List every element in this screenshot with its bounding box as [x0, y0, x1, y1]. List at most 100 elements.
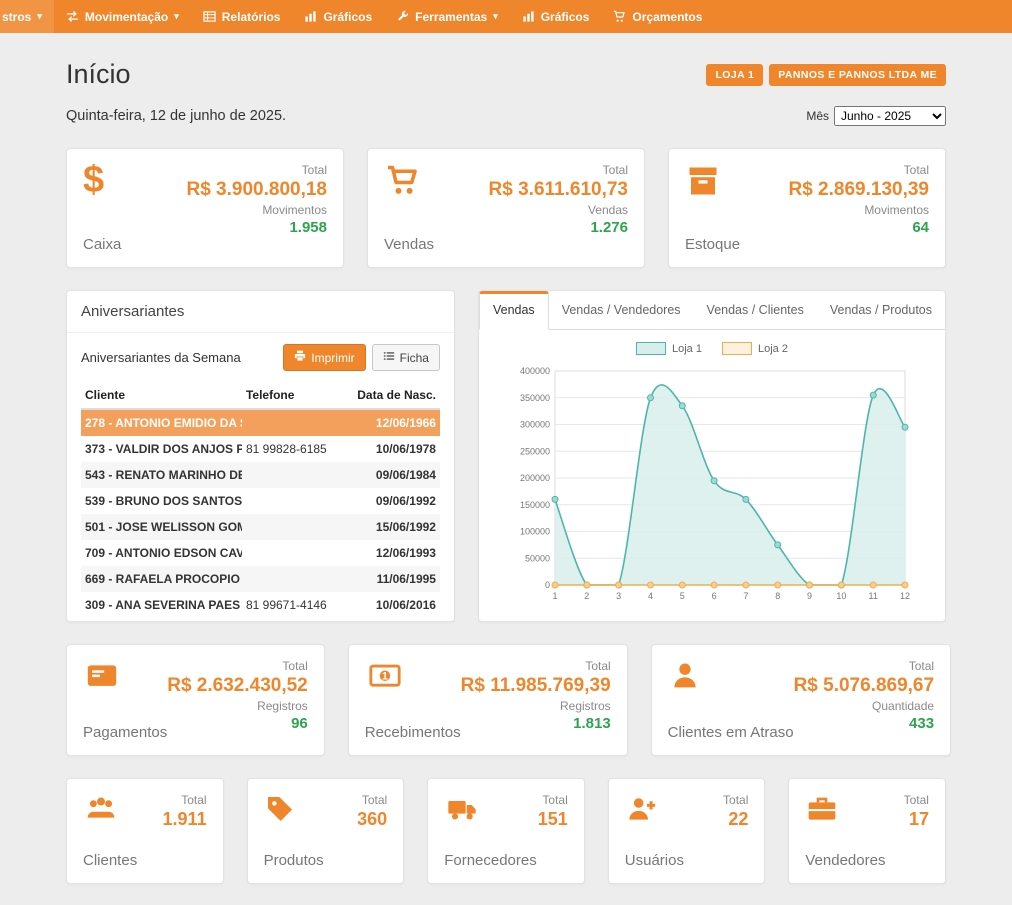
svg-text:50000: 50000 — [525, 553, 550, 563]
nav-item-label: Orçamentos — [632, 10, 702, 24]
svg-text:100000: 100000 — [520, 527, 550, 537]
card-estoque: Estoque Total R$ 2.869.130,39 Movimentos… — [668, 148, 946, 268]
table-row[interactable]: 373 - VALDIR DOS ANJOS PEREIRA (AN… 81 9… — [81, 436, 440, 462]
count-value: 1.911 — [163, 809, 207, 830]
table-row[interactable]: 501 - JOSE WELISSON GOMES OLIVEIR… 15/06… — [81, 514, 440, 540]
cell-data-nasc: 10/06/2016 — [348, 592, 440, 618]
card-fornecedores: Fornecedores Total 151 — [427, 778, 585, 884]
svg-text:150000: 150000 — [520, 500, 550, 510]
card-produtos: Produtos Total 360 — [247, 778, 405, 884]
cell-data-nasc: 09/06/1984 — [348, 462, 440, 488]
ficha-button[interactable]: Ficha — [372, 344, 440, 371]
cell-telefone: 81 99671-4146 — [242, 592, 348, 618]
total-value: R$ 2.632.430,52 — [167, 675, 308, 697]
table-row[interactable]: 709 - ANTONIO EDSON CAVALCANTE D… 12/06/… — [81, 540, 440, 566]
svg-text:3: 3 — [616, 591, 621, 601]
card-label: Fornecedores — [444, 852, 537, 869]
birthdays-title: Aniversariantes — [67, 291, 454, 333]
legend-label: Loja 2 — [758, 343, 788, 355]
card-label: Vendedores — [805, 852, 885, 869]
sub-label: Movimentos — [262, 203, 327, 217]
legend-label: Loja 1 — [672, 343, 702, 355]
card-label: Recebimentos — [365, 724, 461, 741]
nav-item-relatorios[interactable]: Relatórios — [191, 0, 293, 33]
table-row[interactable]: 539 - BRUNO DOS SANTOS GOMES 09/06/1992 — [81, 488, 440, 514]
chart-legend: Loja 1 Loja 2 — [479, 342, 945, 355]
table-row[interactable]: 278 - ANTONIO EMIDIO DA SILVA (PALE… 12/… — [81, 409, 440, 436]
credit-card-icon — [83, 659, 167, 698]
count-value: 22 — [728, 809, 748, 830]
birthdays-subtitle: Aniversariantes da Semana — [81, 350, 241, 365]
total-value: R$ 2.869.130,39 — [788, 179, 929, 201]
table-row[interactable]: 669 - RAFAELA PROCOPIO DA SILVA CA… 11/0… — [81, 566, 440, 592]
nav-item-orcamentos[interactable]: Orçamentos — [601, 0, 714, 33]
card-label: Usuários — [625, 852, 684, 869]
svg-text:11: 11 — [868, 591, 877, 601]
nav-item-label: Gráficos — [323, 10, 372, 24]
birthdays-table: Cliente Telefone Data de Nasc. 278 - ANT… — [81, 382, 440, 618]
card-label: Produtos — [264, 852, 324, 869]
people-icon — [83, 793, 137, 830]
nav-item-movimentacao[interactable]: Movimentação ▾ — [54, 0, 191, 33]
legend-item-loja1: Loja 1 — [636, 342, 702, 355]
total-label: Total — [302, 163, 327, 177]
tab-vendas-vendedores[interactable]: Vendas / Vendedores — [549, 291, 694, 329]
sub-label: Registros — [560, 699, 611, 713]
month-label: Mês — [806, 109, 829, 123]
top-navbar: stros ▾ Movimentação ▾ Relatórios Gráfic… — [0, 0, 1012, 33]
total-value: R$ 11.985.769,39 — [461, 675, 611, 697]
total-value: R$ 5.076.869,67 — [794, 675, 935, 697]
svg-text:4: 4 — [648, 591, 653, 601]
svg-text:250000: 250000 — [520, 446, 550, 456]
cell-data-nasc: 12/06/1966 — [348, 409, 440, 436]
card-clientes-atraso: Clientes em Atraso Total R$ 5.076.869,67… — [651, 644, 951, 756]
card-recebimentos: 1 Recebimentos Total R$ 11.985.769,39 Re… — [348, 644, 628, 756]
cell-cliente: 278 - ANTONIO EMIDIO DA SILVA (PALE… — [81, 409, 242, 436]
nav-item-graficos-2[interactable]: Gráficos — [510, 0, 602, 33]
column-header-data-nasc: Data de Nasc. — [348, 382, 440, 409]
table-row[interactable]: 543 - RENATO MARINHO DE ARAUJO (F… 09/06… — [81, 462, 440, 488]
total-label: Total — [542, 793, 567, 807]
card-label: Pagamentos — [83, 724, 167, 741]
bar-chart-icon — [522, 10, 535, 23]
column-header-cliente: Cliente — [81, 382, 242, 409]
sub-value: 64 — [912, 219, 929, 236]
svg-text:8: 8 — [775, 591, 780, 601]
nav-item-ferramentas[interactable]: Ferramentas ▾ — [384, 0, 510, 33]
table-list-icon — [203, 10, 216, 23]
banknote-icon: 1 — [365, 659, 461, 698]
count-value: 17 — [909, 809, 929, 830]
store-badge[interactable]: LOJA 1 — [706, 64, 763, 86]
person-plus-icon — [625, 793, 684, 830]
page-title: Início — [66, 59, 131, 90]
cell-data-nasc: 15/06/1992 — [348, 514, 440, 540]
cell-cliente: 501 - JOSE WELISSON GOMES OLIVEIR… — [81, 514, 242, 540]
tab-vendas-clientes[interactable]: Vendas / Clientes — [694, 291, 817, 329]
chevron-down-icon: ▾ — [174, 12, 179, 21]
box-icon — [685, 163, 740, 204]
total-value: R$ 3.611.610,73 — [489, 179, 628, 201]
cell-cliente: 543 - RENATO MARINHO DE ARAUJO (F… — [81, 462, 242, 488]
nav-item-graficos[interactable]: Gráficos — [292, 0, 384, 33]
card-label: Clientes em Atraso — [668, 724, 794, 741]
legend-item-loja2: Loja 2 — [722, 342, 788, 355]
month-select[interactable]: Junho - 2025 — [834, 106, 946, 126]
column-header-telefone: Telefone — [242, 382, 348, 409]
svg-text:0: 0 — [545, 580, 550, 590]
sub-label: Vendas — [588, 203, 628, 217]
dollar-icon: $ — [83, 163, 121, 197]
print-button[interactable]: Imprimir — [283, 344, 365, 371]
table-row[interactable]: 309 - ANA SEVERINA PAES DA SILVA 81 9967… — [81, 592, 440, 618]
tab-vendas-produtos[interactable]: Vendas / Produtos — [817, 291, 945, 329]
loja2-swatch-icon — [722, 342, 752, 355]
total-label: Total — [904, 163, 929, 177]
sub-value: 96 — [291, 715, 308, 732]
svg-text:300000: 300000 — [520, 420, 550, 430]
nav-item-label: Ferramentas — [415, 10, 487, 24]
total-label: Total — [909, 659, 934, 673]
cell-cliente: 373 - VALDIR DOS ANJOS PEREIRA (AN… — [81, 436, 242, 462]
tab-vendas[interactable]: Vendas — [479, 291, 549, 330]
svg-text:2: 2 — [584, 591, 589, 601]
nav-item-cadastros[interactable]: stros ▾ — [0, 0, 54, 33]
tag-icon — [264, 793, 324, 830]
